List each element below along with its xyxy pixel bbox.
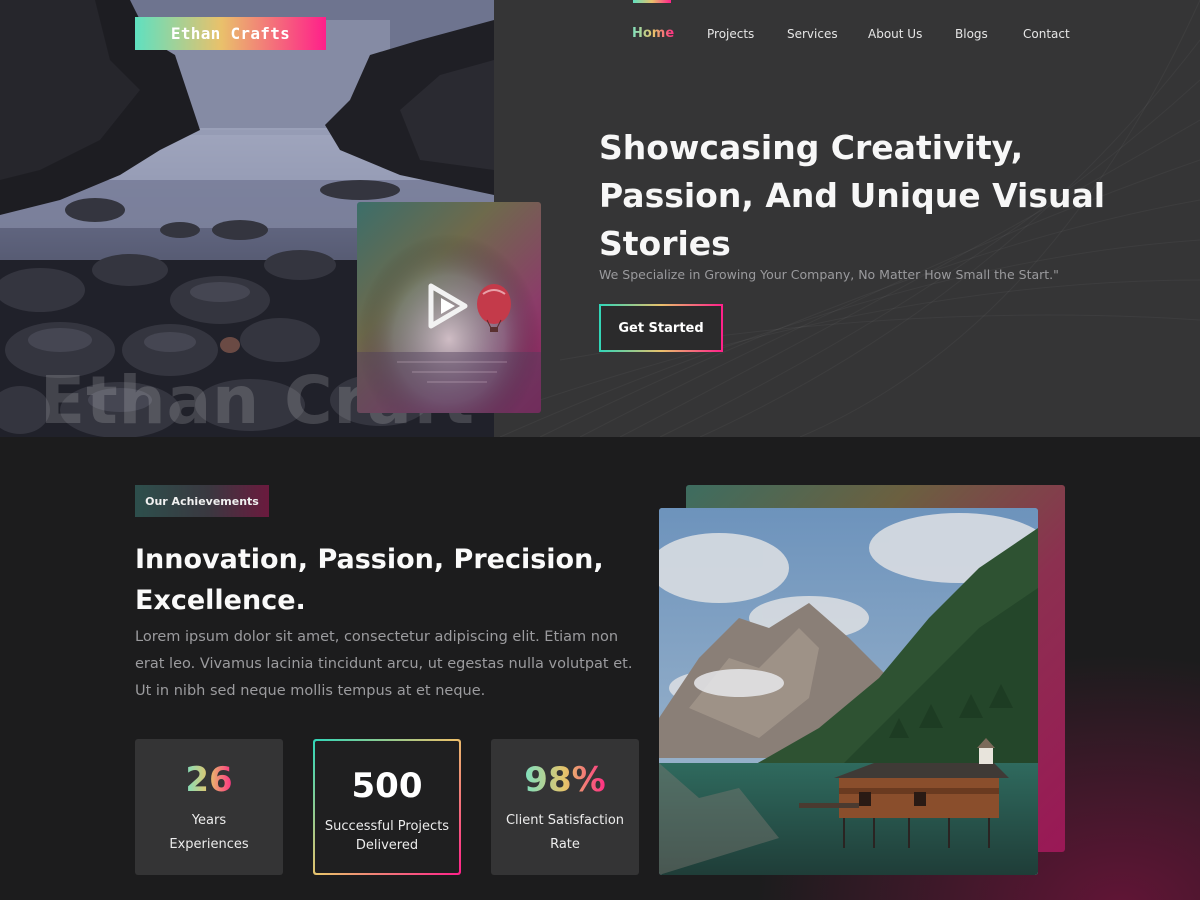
- lake-cabin-photo: [659, 508, 1038, 875]
- stat-label-line: Delivered: [355, 838, 419, 853]
- brand-logo[interactable]: Ethan Crafts: [135, 17, 326, 50]
- achievements-title: Innovation, Passion, Precision, Excellen…: [135, 544, 604, 616]
- stat-value: 500: [351, 766, 423, 806]
- stat-label-line: Experiences: [169, 837, 249, 852]
- stat-label-line: Rate: [550, 837, 580, 852]
- achievements-body: Lorem ipsum dolor sit amet, consectetur …: [135, 629, 633, 699]
- achievements-section: Our Achievements Innovation, Passion, Pr…: [0, 437, 1200, 900]
- nav-active-indicator: [633, 0, 671, 3]
- nav-item-about-us[interactable]: About Us: [868, 27, 922, 41]
- stat-label: Client Satisfaction Rate: [506, 809, 624, 857]
- stat-card-years: 26 Years Experiences: [135, 739, 283, 875]
- nav-item-home[interactable]: Home: [632, 26, 674, 41]
- stat-label: Successful Projects Delivered: [325, 817, 449, 855]
- stat-card-projects: 500 Successful Projects Delivered: [313, 739, 461, 875]
- nav-item-projects[interactable]: Projects: [707, 27, 754, 41]
- stat-value: 98%: [524, 757, 605, 803]
- nav-item-contact[interactable]: Contact: [1023, 27, 1070, 41]
- get-started-button[interactable]: Get Started: [599, 304, 723, 352]
- stat-label-line: Client Satisfaction: [505, 813, 625, 828]
- nav-item-blogs[interactable]: Blogs: [955, 27, 988, 41]
- hero-title: Showcasing Creativity, Passion, And Uniq…: [599, 128, 1106, 263]
- stat-label: Years Experiences: [169, 809, 248, 857]
- hero-section: Ethan Craft Ethan Crafts Home Projects S…: [0, 0, 1200, 437]
- nav-item-services[interactable]: Services: [787, 27, 838, 41]
- achievements-badge: Our Achievements: [135, 485, 269, 517]
- stat-label-line: Successful Projects: [324, 819, 450, 834]
- get-started-label: Get Started: [601, 306, 721, 350]
- video-thumbnail[interactable]: [357, 202, 541, 413]
- stat-card-satisfaction: 98% Client Satisfaction Rate: [491, 739, 639, 875]
- hero-subtitle: We Specialize in Growing Your Company, N…: [599, 267, 1059, 282]
- logo-text: Ethan Crafts: [170, 24, 291, 43]
- stat-value: 26: [185, 757, 232, 803]
- stat-label-line: Years: [191, 813, 227, 828]
